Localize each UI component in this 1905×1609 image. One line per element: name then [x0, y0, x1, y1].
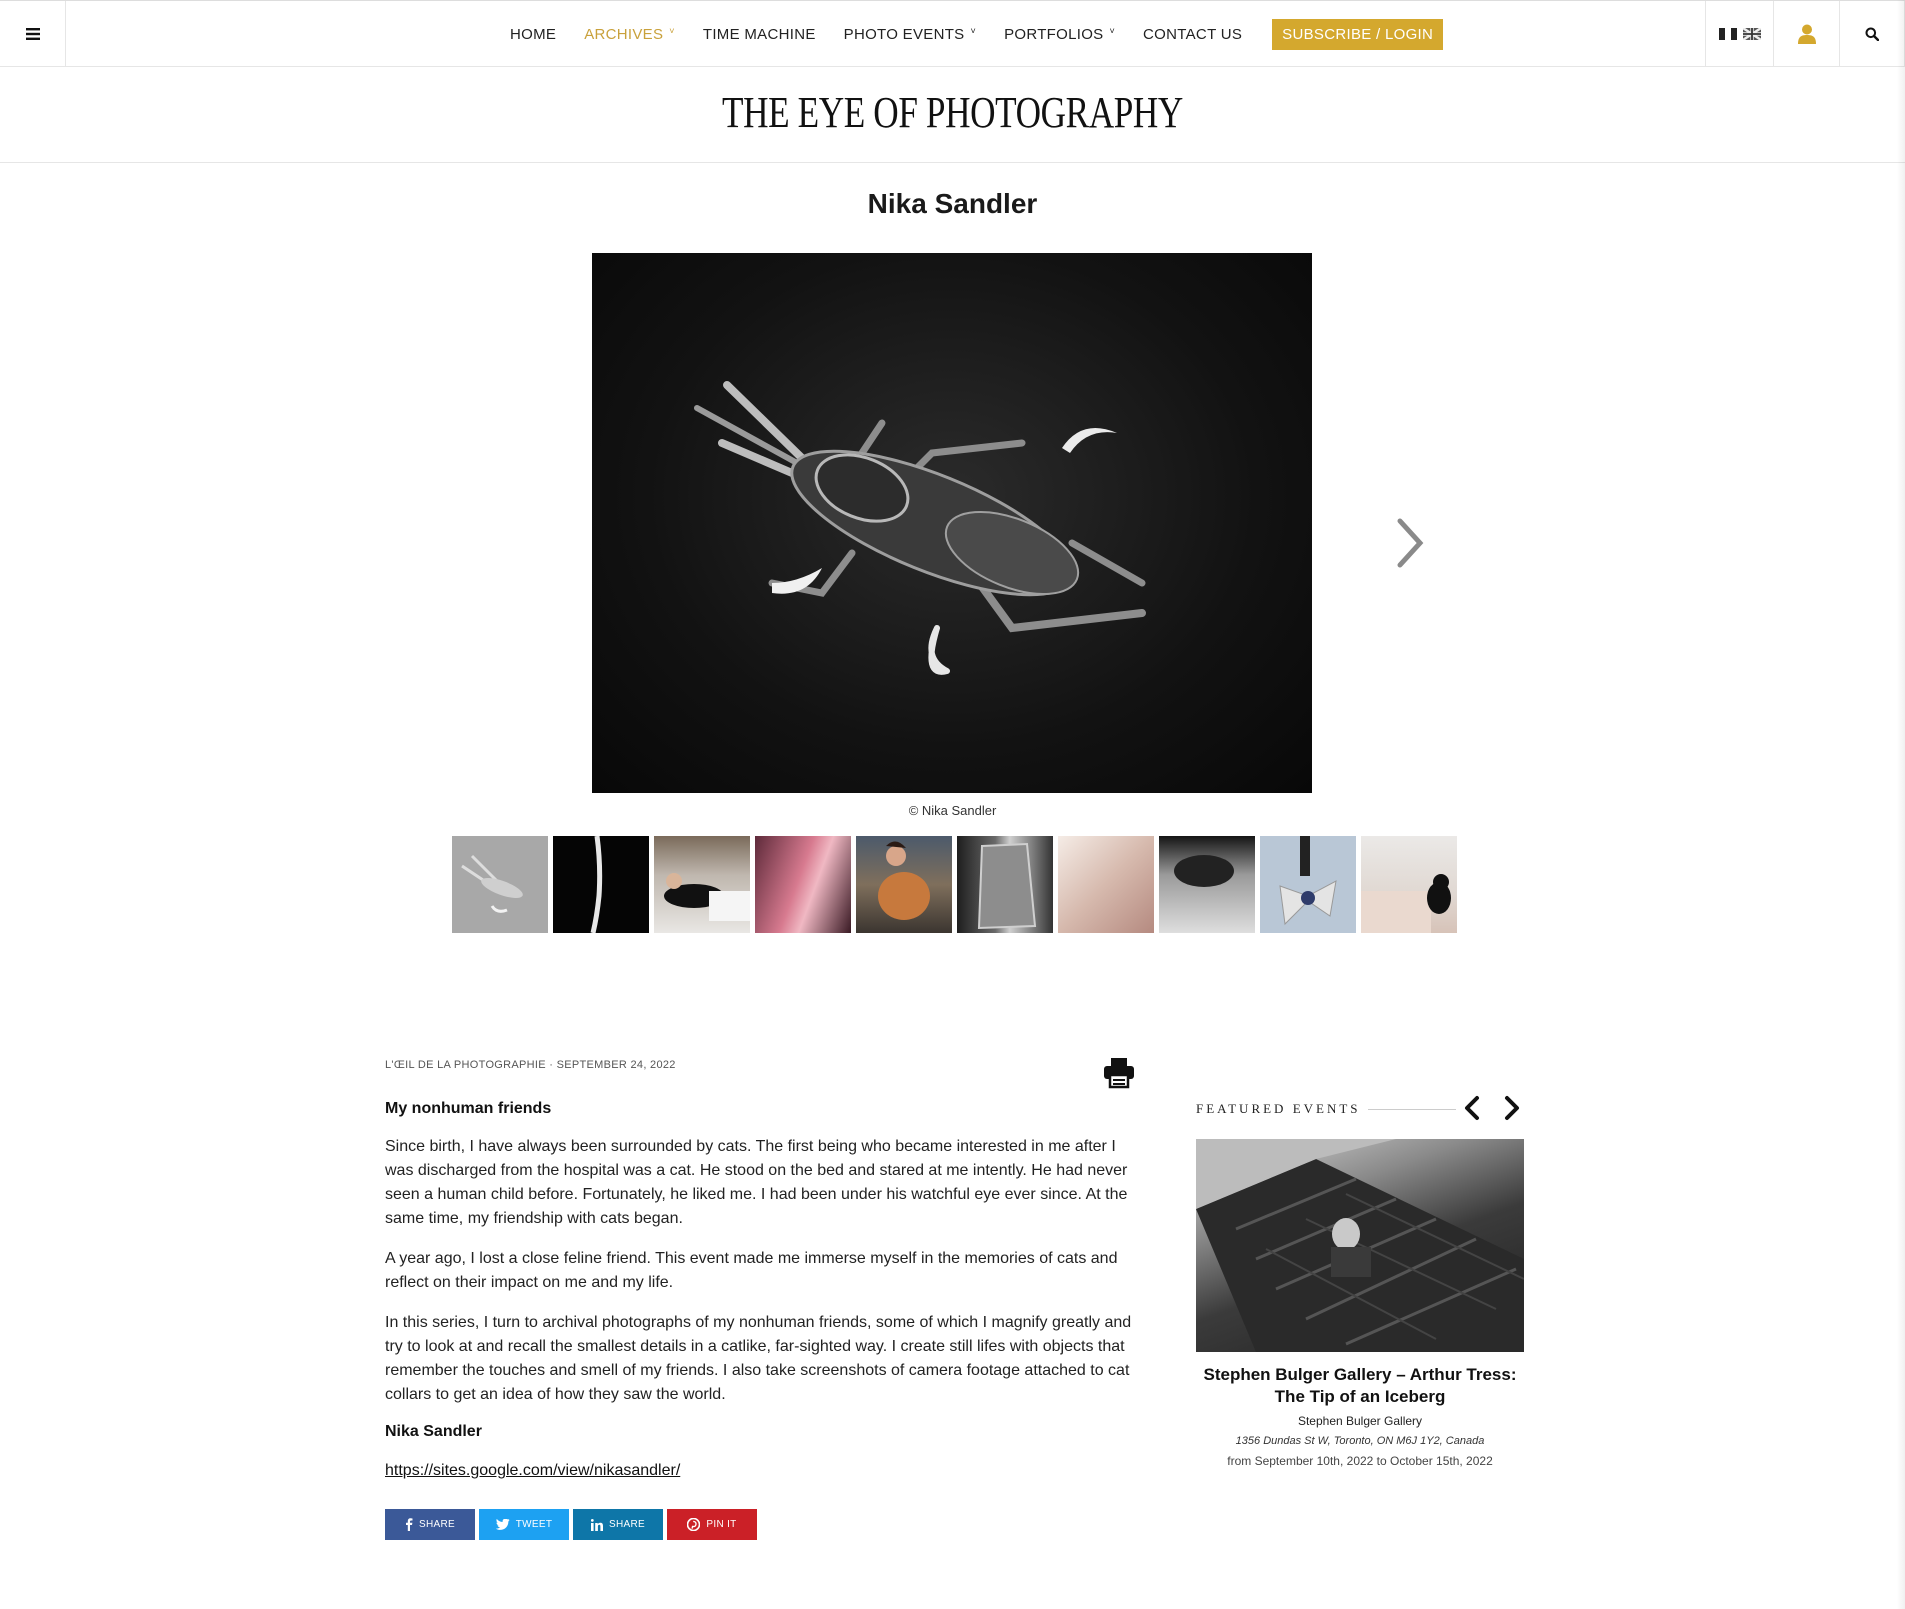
nav-item-label: PORTFOLIOS: [1004, 25, 1104, 43]
featured-event-dates: from September 10th, 2022 to October 15t…: [1227, 1454, 1493, 1468]
twitter-icon: [495, 1518, 510, 1530]
thumbnail[interactable]: [1260, 836, 1356, 933]
search-icon: [1865, 27, 1879, 41]
share-label: SHARE: [609, 1519, 645, 1530]
nav-item-time-machine[interactable]: TIME MACHINE: [703, 26, 816, 43]
logo-band: THE EYE OF PHOTOGRAPHY: [0, 67, 1905, 163]
nav-item-label: ARCHIVES: [584, 25, 664, 43]
article-date: SEPTEMBER 24, 2022: [556, 1059, 676, 1071]
chevron-down-icon: ˅: [970, 26, 977, 36]
pinterest-share-button[interactable]: PIN IT: [667, 1509, 757, 1540]
thumbnail[interactable]: [1361, 836, 1457, 933]
thumbnail[interactable]: [654, 836, 750, 933]
share-buttons: SHARE TWEET SHARE PIN IT: [385, 1509, 757, 1540]
article-source[interactable]: L'ŒIL DE LA PHOTOGRAPHIE: [385, 1059, 546, 1071]
next-arrow-icon[interactable]: [1390, 515, 1430, 571]
thumbnail[interactable]: [1058, 836, 1154, 933]
facebook-share-button[interactable]: SHARE: [385, 1509, 475, 1540]
site-logo[interactable]: THE EYE OF PHOTOGRAPHY: [191, 87, 1715, 138]
share-label: SHARE: [419, 1519, 455, 1530]
page-edge-shadow: [1897, 0, 1905, 1609]
search-button[interactable]: [1839, 1, 1905, 67]
nav-item-photo-events[interactable]: PHOTO EVENTS ˅: [844, 26, 976, 43]
top-navigation-bar: HOME ARCHIVES ˅ TIME MACHINE PHOTO EVENT…: [0, 0, 1905, 67]
chevron-down-icon: ˅: [669, 26, 675, 36]
article-paragraph: A year ago, I lost a close feline friend…: [385, 1250, 1118, 1291]
featured-events-heading: FEATURED EVENTS: [1196, 1101, 1361, 1116]
article-author: Nika Sandler: [385, 1423, 482, 1440]
language-switcher: [1705, 1, 1773, 67]
pinterest-icon: [687, 1518, 701, 1531]
user-icon: [1797, 24, 1816, 44]
featured-event-image[interactable]: [1196, 1139, 1524, 1352]
nav-item-label: TIME MACHINE: [702, 25, 816, 43]
share-label: PIN IT: [706, 1519, 737, 1530]
twitter-share-button[interactable]: TWEET: [479, 1509, 569, 1540]
thumbnail[interactable]: [553, 836, 649, 933]
featured-events-divider: [1368, 1109, 1456, 1110]
subscribe-login-button[interactable]: SUBSCRIBE / LOGIN: [1272, 18, 1444, 50]
print-icon[interactable]: [1102, 1055, 1136, 1089]
facebook-icon: [406, 1518, 413, 1531]
nav-item-portfolios[interactable]: PORTFOLIOS ˅: [1004, 26, 1115, 43]
artist-website-link[interactable]: https://sites.google.com/view/nikasandle…: [385, 1462, 680, 1480]
article-meta: L'ŒIL DE LA PHOTOGRAPHIE · SEPTEMBER 24,…: [385, 1055, 1135, 1073]
menu-icon: [25, 28, 40, 40]
meta-separator: ·: [545, 1059, 557, 1071]
thumbnail[interactable]: [856, 836, 952, 933]
uk-flag-icon[interactable]: [1742, 28, 1761, 40]
beetle-still-life-image: [694, 381, 1146, 675]
featured-event-gallery: Stephen Bulger Gallery: [1297, 1414, 1423, 1428]
nav-item-label: PHOTO EVENTS: [843, 25, 965, 43]
main-gallery-photo[interactable]: [592, 253, 1312, 793]
gallery-title: Nika Sandler: [867, 188, 1038, 219]
main-nav: HOME ARCHIVES ˅ TIME MACHINE PHOTO EVENT…: [510, 1, 1444, 67]
linkedin-share-button[interactable]: SHARE: [573, 1509, 663, 1540]
thumbnail-strip: [452, 836, 1457, 933]
thumbnail[interactable]: [755, 836, 851, 933]
thumbnail[interactable]: [957, 836, 1053, 933]
menu-button[interactable]: [0, 1, 66, 67]
thumbnail[interactable]: [452, 836, 548, 933]
nav-item-archives[interactable]: ARCHIVES ˅: [584, 26, 675, 43]
nav-item-label: CONTACT US: [1143, 25, 1243, 43]
featured-event-address: 1356 Dundas St W, Toronto, ON M6J 1Y2, C…: [1235, 1435, 1485, 1447]
nav-item-label: HOME: [510, 25, 557, 43]
linkedin-icon: [591, 1518, 604, 1531]
nav-item-contact-us[interactable]: CONTACT US: [1143, 26, 1242, 43]
article-subtitle: My nonhuman friends: [385, 1100, 552, 1117]
chevron-right-icon[interactable]: [1499, 1094, 1525, 1122]
account-button[interactable]: [1773, 1, 1839, 67]
share-label: TWEET: [515, 1519, 553, 1530]
thumbnail[interactable]: [1159, 836, 1255, 933]
chevron-down-icon: ˅: [1109, 26, 1116, 36]
article-paragraph: In this series, I turn to archival photo…: [385, 1314, 1132, 1403]
photo-credit: © Nika Sandler: [908, 803, 997, 818]
featured-event-title[interactable]: Stephen Bulger Gallery – Arthur Tress: T…: [1196, 1364, 1524, 1408]
chevron-left-icon[interactable]: [1459, 1094, 1485, 1122]
article-paragraph: Since birth, I have always been surround…: [385, 1138, 1128, 1227]
nav-item-home[interactable]: HOME: [510, 26, 556, 43]
french-flag-icon[interactable]: [1718, 28, 1737, 40]
